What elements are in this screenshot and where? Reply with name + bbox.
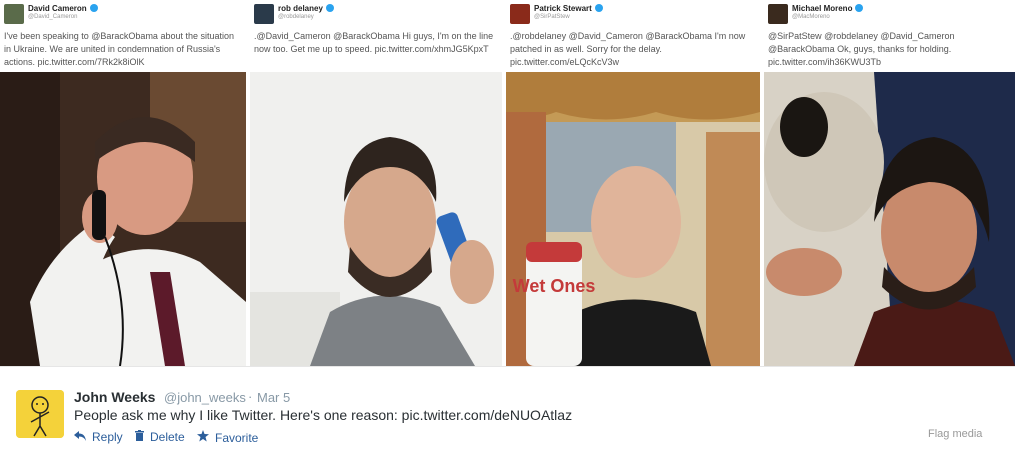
panel-header: David Cameron @David_Cameron I've been s… xyxy=(0,0,246,72)
panel-moreno: Michael Moreno @MacMoreno @SirPatStew @r… xyxy=(764,0,1015,366)
separator: · xyxy=(248,389,253,404)
author-name[interactable]: John Weeks xyxy=(74,389,155,405)
panel-stewart: Patrick Stewart @SirPatStew .@robdelaney… xyxy=(506,0,762,366)
panel-name: David Cameron xyxy=(28,4,98,13)
stick-figure-avatar[interactable] xyxy=(16,390,64,438)
man-with-wipes-photo: Wet Ones xyxy=(506,72,760,366)
panel-handle: @David_Cameron xyxy=(28,14,78,20)
panel-handle: @SirPatStew xyxy=(534,14,570,20)
panel-cameron: David Cameron @David_Cameron I've been s… xyxy=(0,0,248,366)
verified-icon xyxy=(594,4,603,12)
panel-text: I've been speaking to @BarackObama about… xyxy=(4,31,234,67)
tweet-card: John Weeks @john_weeks · Mar 5 People as… xyxy=(0,366,1015,459)
verified-icon xyxy=(855,4,864,12)
author-handle[interactable]: @john_weeks xyxy=(164,390,246,405)
man-with-toothpaste-photo xyxy=(250,72,502,366)
favorite-label: Favorite xyxy=(215,431,259,445)
delete-label: Delete xyxy=(150,430,185,444)
mini-avatar xyxy=(254,4,274,24)
panel-name: Patrick Stewart xyxy=(534,4,603,13)
reply-button[interactable]: Reply xyxy=(74,430,123,444)
mini-avatar xyxy=(4,4,24,24)
panel-handle: @robdelaney xyxy=(278,14,314,20)
tweet-date[interactable]: Mar 5 xyxy=(257,390,290,405)
photo-strip[interactable]: David Cameron @David_Cameron I've been s… xyxy=(0,0,1015,366)
panel-handle: @MacMoreno xyxy=(792,14,830,20)
panel-text: @SirPatStew @robdelaney @David_Cameron @… xyxy=(768,31,955,67)
wipes-label: Wet Ones xyxy=(513,276,596,296)
panel-name: Michael Moreno xyxy=(792,4,864,13)
panel-delaney: rob delaney @robdelaney .@David_Cameron … xyxy=(250,0,504,366)
panel-header: Patrick Stewart @SirPatStew .@robdelaney… xyxy=(506,0,760,72)
trash-icon xyxy=(135,430,144,444)
panel-name: rob delaney xyxy=(278,4,334,13)
man-with-pug-photo xyxy=(764,72,1015,366)
panel-header: Michael Moreno @MacMoreno @SirPatStew @r… xyxy=(764,0,1015,72)
mini-avatar xyxy=(510,4,530,24)
flag-media-link[interactable]: Flag media xyxy=(928,428,982,440)
delete-button[interactable]: Delete xyxy=(135,430,185,444)
favorite-button[interactable]: Favorite xyxy=(197,430,258,445)
reply-icon xyxy=(74,430,86,444)
panel-header: rob delaney @robdelaney .@David_Cameron … xyxy=(250,0,502,72)
star-icon xyxy=(197,430,209,445)
verified-icon xyxy=(325,4,334,12)
verified-icon xyxy=(89,4,98,12)
reply-label: Reply xyxy=(92,430,123,444)
panel-text: .@robdelaney @David_Cameron @BarackObama… xyxy=(510,31,746,67)
tweet-text: People ask me why I like Twitter. Here's… xyxy=(74,407,573,423)
man-on-phone-photo xyxy=(0,72,246,366)
panel-text: .@David_Cameron @BarackObama Hi guys, I'… xyxy=(254,31,494,54)
mini-avatar xyxy=(768,4,788,24)
